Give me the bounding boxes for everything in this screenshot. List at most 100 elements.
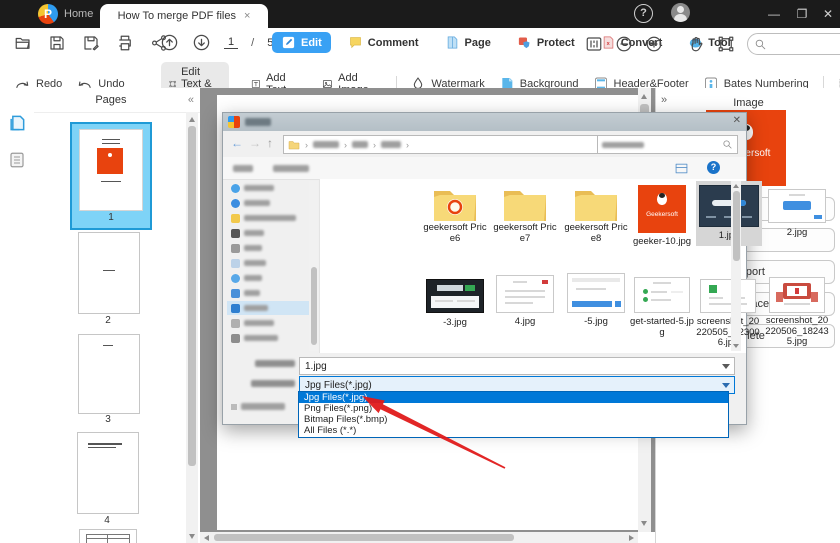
scroll-up-arrow[interactable] — [189, 117, 195, 122]
forward-icon[interactable]: → — [249, 136, 261, 150]
collapse-panel-icon[interactable]: « — [188, 94, 200, 106]
nav-item[interactable] — [227, 181, 311, 195]
organize-menu-blurred[interactable] — [233, 165, 253, 172]
dialog-search-input[interactable] — [597, 135, 738, 154]
dialog-nav-tree — [223, 179, 319, 353]
search-blurred-text — [602, 141, 644, 148]
page-layout-icon[interactable] — [585, 35, 603, 53]
pages-panel-header: Pages « — [34, 88, 200, 113]
nav-item[interactable] — [227, 256, 311, 270]
file-item-image[interactable]: Geekersoft geeker-10.jpg — [630, 185, 694, 248]
tab-protect[interactable]: Protect — [508, 32, 584, 53]
dialog-close-icon[interactable]: ✕ — [733, 115, 741, 126]
tab-close-icon[interactable]: × — [244, 10, 250, 22]
red-image-thumb: Geekersoft — [638, 185, 686, 233]
page-slash: / — [251, 36, 255, 49]
address-breadcrumb[interactable]: › › › › — [283, 135, 599, 154]
nav-item[interactable] — [227, 226, 311, 240]
title-bar: P Home How To merge PDF files × ? — ❐ ✕ — [0, 0, 840, 28]
document-tab[interactable]: How To merge PDF files × — [100, 4, 268, 28]
folder-icon — [575, 191, 617, 221]
search-input[interactable] — [747, 33, 840, 55]
dialog-option-blurred[interactable] — [231, 403, 285, 410]
dark-screenshot-thumb — [699, 185, 759, 227]
filetype-option-all[interactable]: All Files (*.*) — [299, 425, 728, 436]
nav-item[interactable] — [227, 241, 311, 255]
avatar[interactable] — [671, 3, 690, 22]
home-tab[interactable]: Home — [64, 8, 93, 20]
app-logo-icon: P — [38, 4, 58, 24]
file-item-image-selected[interactable]: 1.jpg — [696, 181, 762, 246]
new-folder-blurred[interactable] — [273, 165, 309, 172]
nav-scrollbar[interactable] — [309, 181, 318, 351]
page-thumbnail-2[interactable] — [78, 232, 140, 314]
nav-item[interactable] — [227, 271, 311, 285]
filetype-option-jpg[interactable]: Jpg Files(*.jpg) — [299, 392, 728, 403]
file-list-scrollbar[interactable] — [731, 181, 741, 351]
tab-edit[interactable]: Edit — [272, 32, 331, 53]
folder-icon — [504, 191, 546, 221]
filename-label-blurred — [255, 360, 295, 367]
nav-item[interactable] — [227, 211, 311, 225]
file-item-folder[interactable]: geekersoft Price7 — [493, 185, 557, 244]
file-item-image[interactable]: screenshot_20220505_123006.jpg — [696, 279, 760, 349]
breadcrumb-blurred-text — [313, 141, 339, 148]
file-item-image[interactable]: 2.jpg — [765, 189, 829, 239]
outline-list-icon[interactable] — [8, 150, 26, 170]
previous-page-icon[interactable] — [160, 33, 179, 52]
tab-comment[interactable]: Comment — [339, 32, 428, 53]
file-item-image[interactable]: 4.jpg — [493, 275, 557, 328]
page-thumbnail-3[interactable] — [78, 334, 140, 414]
filetype-option-bmp[interactable]: Bitmap Files(*.bmp) — [299, 414, 728, 425]
pages-scrollbar[interactable] — [186, 112, 198, 543]
nav-item[interactable] — [227, 286, 311, 300]
page-thumbnail-1[interactable]: 1 — [70, 122, 152, 230]
select-transform-icon[interactable] — [717, 35, 735, 53]
filename-combobox[interactable]: 1.jpg — [299, 357, 735, 375]
open-file-icon[interactable] — [14, 34, 32, 52]
open-file-dialog: ✕ ← → ↑ › › › › ? geekersoft Price6 geek… — [222, 112, 829, 425]
edit-pencil-icon — [282, 36, 295, 49]
pages-scrollbar-thumb[interactable] — [188, 126, 196, 466]
page-thumbnails-icon[interactable] — [7, 112, 27, 134]
pages-panel-title: Pages — [95, 94, 127, 106]
nav-item[interactable] — [227, 316, 311, 330]
filetype-option-png[interactable]: Png Files(*.png) — [299, 403, 728, 414]
next-page-icon[interactable] — [192, 33, 211, 52]
page-number-input[interactable]: 1 — [224, 36, 239, 49]
light-screenshot-thumb — [769, 277, 825, 313]
close-button[interactable]: ✕ — [817, 7, 839, 21]
folder-small-icon — [288, 140, 300, 149]
view-mode-icon[interactable] — [675, 163, 688, 174]
document-hscrollbar[interactable] — [200, 532, 638, 543]
file-item-image[interactable]: get-started-5.jpg — [630, 277, 694, 338]
file-item-image[interactable]: screenshot_20220506_182435.jpg — [765, 277, 829, 348]
scroll-down-arrow[interactable] — [189, 534, 195, 539]
file-item-image[interactable]: -3.jpg — [423, 279, 487, 329]
save-as-icon[interactable] — [82, 34, 100, 52]
zoom-in-icon[interactable] — [645, 35, 663, 53]
file-item-image[interactable]: -5.jpg — [564, 273, 628, 328]
file-list-area: geekersoft Price6 geekersoft Price7 geek… — [320, 179, 829, 353]
left-icon-rail — [0, 88, 35, 543]
zoom-out-icon[interactable] — [615, 35, 633, 53]
file-item-folder[interactable]: geekersoft Price8 — [564, 185, 628, 244]
save-icon[interactable] — [48, 34, 66, 52]
dialog-help-icon[interactable]: ? — [707, 161, 720, 174]
maximize-button[interactable]: ❐ — [791, 7, 813, 21]
filetype-dropdown-list: Jpg Files(*.jpg) Png Files(*.png) Bitmap… — [298, 391, 729, 438]
light-screenshot-thumb — [768, 189, 826, 223]
tab-page[interactable]: Page — [436, 32, 500, 53]
nav-item-selected[interactable] — [227, 301, 317, 315]
back-icon[interactable]: ← — [231, 136, 243, 150]
hand-tool-icon[interactable] — [687, 35, 705, 53]
up-directory-icon[interactable]: ↑ — [267, 136, 273, 150]
page-thumbnail-4[interactable] — [77, 432, 139, 514]
print-icon[interactable] — [116, 34, 134, 52]
page-thumbnail-5[interactable] — [79, 529, 137, 543]
nav-item[interactable] — [227, 331, 311, 345]
nav-item[interactable] — [227, 196, 311, 210]
help-icon[interactable]: ? — [634, 4, 653, 23]
minimize-button[interactable]: — — [763, 7, 785, 21]
file-item-folder[interactable]: geekersoft Price6 — [423, 185, 487, 244]
